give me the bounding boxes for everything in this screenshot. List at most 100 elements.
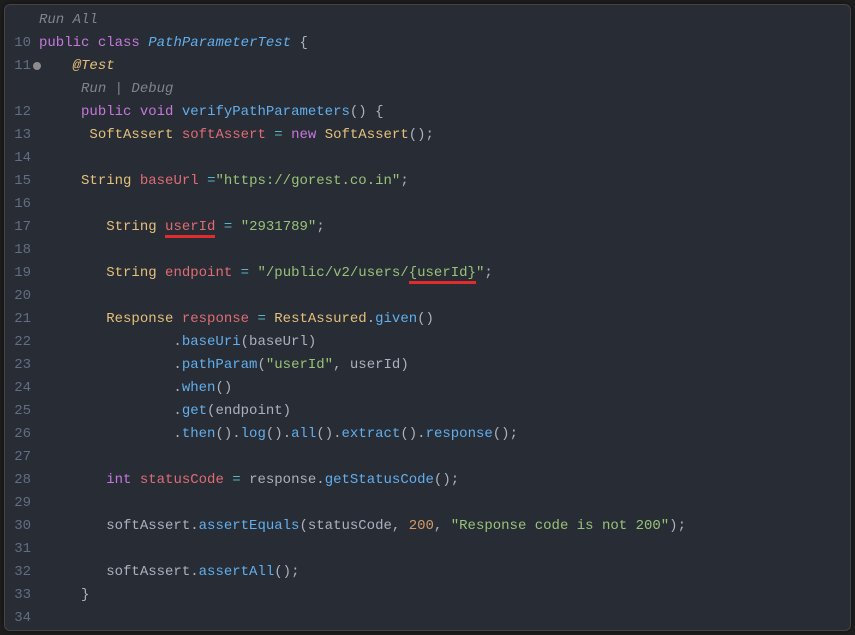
- operator: =: [232, 472, 240, 488]
- class-ref: RestAssured: [274, 311, 366, 327]
- argument: baseUrl: [249, 334, 308, 350]
- brace: {: [375, 104, 383, 120]
- type: String: [106, 219, 156, 235]
- code-line[interactable]: 12 public void verifyPathParameters() {: [5, 101, 850, 124]
- keyword: void: [140, 104, 174, 120]
- string: "https://gorest.co.in": [215, 173, 400, 189]
- method-call: get: [182, 403, 207, 419]
- string: "2931789": [241, 219, 317, 235]
- dot: .: [173, 403, 181, 419]
- code-line[interactable]: 21 Response response = RestAssured.given…: [5, 308, 850, 331]
- codelens-run-debug[interactable]: Run | Debug: [81, 81, 173, 97]
- method-call: assertAll: [199, 564, 275, 580]
- parens: (): [400, 426, 417, 442]
- codelens-line: Run All: [5, 9, 850, 32]
- code-line[interactable]: 13 SoftAssert softAssert = new SoftAsser…: [5, 124, 850, 147]
- object-ref: response: [249, 472, 316, 488]
- code-line[interactable]: 22 .baseUri(baseUrl): [5, 331, 850, 354]
- code-line[interactable]: 23 .pathParam("userId", userId): [5, 354, 850, 377]
- code-line[interactable]: 31: [5, 538, 850, 561]
- code-line[interactable]: 25 .get(endpoint): [5, 400, 850, 423]
- code-line[interactable]: 19 String endpoint = "/public/v2/users/{…: [5, 262, 850, 285]
- parens: (): [409, 127, 426, 143]
- paren: (: [299, 518, 307, 534]
- paren: (: [257, 357, 265, 373]
- operator: =: [241, 265, 249, 281]
- line-number: 26: [5, 423, 39, 446]
- semicolon: ;: [400, 173, 408, 189]
- code-line[interactable]: 16: [5, 193, 850, 216]
- argument: endpoint: [215, 403, 282, 419]
- method-call: all: [291, 426, 316, 442]
- type: Response: [106, 311, 173, 327]
- code-line[interactable]: 35 }: [5, 630, 850, 631]
- parens: (): [417, 311, 434, 327]
- semicolon: ;: [316, 219, 324, 235]
- line-number: 19: [5, 262, 39, 285]
- code-line[interactable]: 34: [5, 607, 850, 630]
- code-line[interactable]: 15 String baseUrl ="https://gorest.co.in…: [5, 170, 850, 193]
- codelens-line: Run | Debug: [5, 78, 850, 101]
- constructor: SoftAssert: [325, 127, 409, 143]
- operator: =: [224, 219, 232, 235]
- variable: endpoint: [165, 265, 232, 281]
- line-number: 25: [5, 400, 39, 423]
- dot: .: [417, 426, 425, 442]
- paren: ): [283, 403, 291, 419]
- paren: ): [308, 334, 316, 350]
- line-number: 24: [5, 377, 39, 400]
- dot: .: [316, 472, 324, 488]
- brace: {: [299, 35, 307, 51]
- code-editor[interactable]: Run All 10 public class PathParameterTes…: [4, 4, 851, 631]
- line-number: 17: [5, 216, 39, 239]
- method-call: getStatusCode: [325, 472, 434, 488]
- paren: ): [669, 518, 677, 534]
- method-call: then: [182, 426, 216, 442]
- code-line[interactable]: 14: [5, 147, 850, 170]
- parens: (): [266, 426, 283, 442]
- comma: ,: [333, 357, 350, 373]
- keyword: class: [98, 35, 140, 51]
- code-line[interactable]: 10 public class PathParameterTest {: [5, 32, 850, 55]
- parens: (): [274, 564, 291, 580]
- line-number: 34: [5, 607, 39, 630]
- code-line[interactable]: 32 softAssert.assertAll();: [5, 561, 850, 584]
- semicolon: ;: [291, 564, 299, 580]
- code-line[interactable]: 27: [5, 446, 850, 469]
- paren: ): [400, 357, 408, 373]
- code-line[interactable]: 28 int statusCode = response.getStatusCo…: [5, 469, 850, 492]
- code-line[interactable]: 26 .then().log().all().extract().respons…: [5, 423, 850, 446]
- parens: (): [493, 426, 510, 442]
- comma: ,: [392, 518, 409, 534]
- line-number: 30: [5, 515, 39, 538]
- code-line[interactable]: 11 @Test: [5, 55, 850, 78]
- string-part: "/public/v2/users/: [257, 265, 408, 281]
- line-number: 28: [5, 469, 39, 492]
- parens: (): [350, 104, 367, 120]
- parens: (): [215, 426, 232, 442]
- code-line[interactable]: 20: [5, 285, 850, 308]
- code-line[interactable]: 17 String userId = "2931789";: [5, 216, 850, 239]
- semicolon: ;: [678, 518, 686, 534]
- argument: userId: [350, 357, 400, 373]
- codelens-run-all[interactable]: Run All: [39, 9, 98, 32]
- line-number[interactable]: 11: [5, 55, 39, 78]
- code-line[interactable]: 29: [5, 492, 850, 515]
- line-number: 35: [5, 630, 39, 631]
- line-number: 10: [5, 32, 39, 55]
- method-call: response: [426, 426, 493, 442]
- line-number: 16: [5, 193, 39, 216]
- keyword: public: [39, 35, 89, 51]
- parens: (): [434, 472, 451, 488]
- paren: (: [241, 334, 249, 350]
- code-line[interactable]: 18: [5, 239, 850, 262]
- variable: softAssert: [182, 127, 266, 143]
- line-number: 13: [5, 124, 39, 147]
- code-line[interactable]: 24 .when(): [5, 377, 850, 400]
- dot: .: [283, 426, 291, 442]
- code-line[interactable]: 33 }: [5, 584, 850, 607]
- code-line[interactable]: 30 softAssert.assertEquals(statusCode, 2…: [5, 515, 850, 538]
- operator: =: [257, 311, 265, 327]
- line-number: 33: [5, 584, 39, 607]
- line-number: 15: [5, 170, 39, 193]
